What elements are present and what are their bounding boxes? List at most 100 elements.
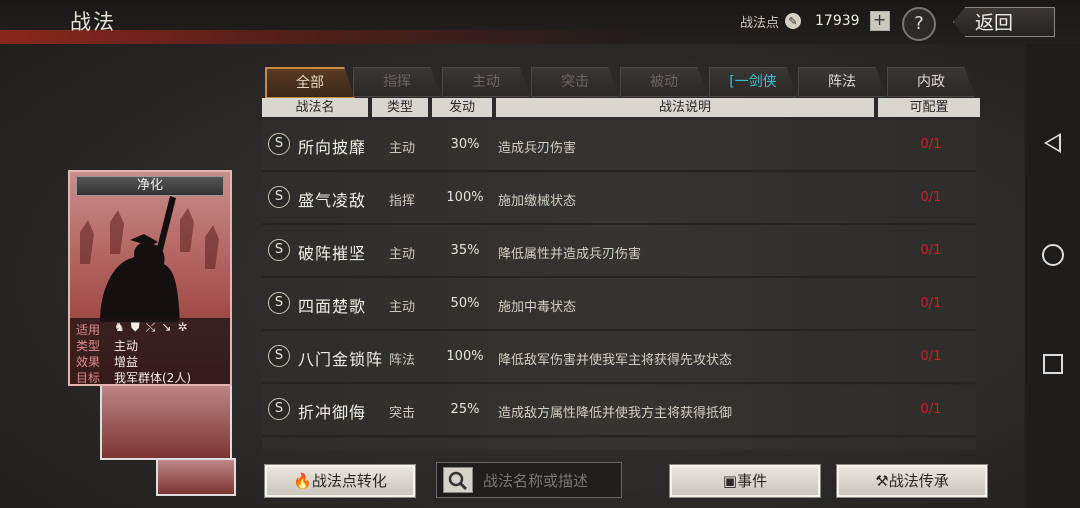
points-value: 17939 [815,13,860,29]
card-applicable-label: 适用 [76,323,101,337]
shield-icon: ⛊ [130,320,146,334]
tactic-rate: 100% [446,349,484,364]
tactic-type: 主动 [388,247,415,262]
convert-points-button[interactable]: 🔥战法点转化 [264,464,416,498]
col-header-trigger[interactable]: 发动 [432,98,492,117]
tactic-type: 主动 [388,141,415,156]
tab-passive[interactable]: 被动 [620,67,708,97]
card-target-label: 目标 [76,371,101,385]
tactic-name: 破阵摧坚 [298,244,367,263]
card-type-value: 主动 [114,339,139,353]
grade-badge: S [268,345,290,367]
inherit-tactic-button[interactable]: ⚒战法传承 [836,464,988,498]
nav-home-icon[interactable] [1042,244,1064,266]
tactic-name: 折冲御侮 [298,403,367,422]
col-header-desc: 战法说明 [496,98,874,117]
tactic-rate: 35% [450,243,480,258]
table-row[interactable]: S 折冲御侮 突击 25% 造成敌方属性降低并使我方主将获得抵御 0/1 [262,385,976,437]
grade-badge: S [268,398,290,420]
tactic-type: 突击 [388,406,415,421]
help-button[interactable]: ? [902,7,936,41]
siege-icon: ✲ [177,320,194,334]
card-type-label: 类型 [76,339,101,353]
card-stack-back [100,380,232,460]
tactic-type: 主动 [388,300,415,315]
tab-command[interactable]: 指挥 [353,67,441,97]
tactic-rate: 25% [450,402,480,417]
points-coin-icon: ✎ [785,13,802,29]
tactic-name: 盛气凌敌 [298,191,367,210]
tab-internal[interactable]: 内政 [887,67,975,97]
tactic-config: 0/1 [920,243,942,258]
table-row[interactable]: S 所向披靡 主动 30% 造成兵刃伤害 0/1 [262,120,976,172]
tactic-rate: 50% [450,296,480,311]
tactic-config: 0/1 [920,190,942,205]
tactic-desc: 施加缴械状态 [498,194,577,209]
card-info: 适用 ♞⛊⤯↘✲ 类型 主动 效果 增益 目标 我军群体(2人) [70,318,230,384]
tactic-points: 战法点 ✎ 17939 + [740,9,890,33]
col-header-config[interactable]: 可配置 [878,98,980,117]
nav-back-icon-inner [1047,136,1059,150]
tab-all[interactable]: 全部 [265,67,355,99]
tactic-name: 八门金锁阵 [298,350,384,369]
nav-recent-icon[interactable] [1043,354,1063,374]
tactic-config: 0/1 [920,402,942,417]
grade-badge: S [268,186,290,208]
tab-assault[interactable]: 突击 [531,67,619,97]
cavalry-icon: ♞ [114,320,131,334]
table-row[interactable]: S 八门金锁阵 阵法 100% 降低敌军伤害并使我军主将获得先攻状态 0/1 [262,332,976,384]
col-header-type[interactable]: 类型 [372,98,428,117]
page-title: 战法 [70,10,116,34]
tab-special[interactable]: [一剑侠 [709,67,797,97]
table-row[interactable] [262,438,976,450]
hammer-icon: ⚒ [875,472,889,490]
grade-badge: S [268,239,290,261]
grade-badge: S [268,133,290,155]
events-label: 事件 [737,472,768,490]
inherit-tactic-label: 战法传承 [888,472,949,490]
tactic-name: 四面楚歌 [298,297,367,316]
grade-badge: S [268,292,290,314]
search-placeholder: 战法名称或描述 [483,472,589,490]
tactic-desc: 降低敌军伤害并使我军主将获得先攻状态 [498,353,733,368]
warrior-illustration [80,196,219,322]
bow-icon: ⤯ [145,320,162,334]
tactic-type: 阵法 [388,353,415,368]
system-nav-bar [1025,44,1080,508]
search-icon[interactable] [443,467,473,493]
add-points-button[interactable]: + [869,11,890,31]
tactic-card[interactable]: 净化 适用 ♞⛊⤯↘✲ 类型 主动 效果 增益 目标 我军群体(2人) [68,170,232,386]
fire-icon: 🔥 [293,472,312,490]
card-applicable-icons: ♞⛊⤯↘✲ [114,320,194,335]
tactic-config: 0/1 [920,137,942,152]
spear-icon: ↘ [161,320,178,334]
tactic-name: 所向披靡 [298,138,367,157]
card-target-value: 我军群体(2人) [114,371,191,385]
tactic-config: 0/1 [920,296,942,311]
events-button[interactable]: ▣事件 [669,464,821,498]
tactic-rate: 30% [450,137,480,152]
tab-formation[interactable]: 阵法 [798,67,886,97]
search-box[interactable]: 战法名称或描述 [436,462,622,498]
tactic-desc: 施加中毒状态 [498,300,577,315]
tactic-config: 0/1 [920,349,942,364]
table-row[interactable]: S 破阵摧坚 主动 35% 降低属性并造成兵刃伤害 0/1 [262,226,976,278]
table-row[interactable]: S 四面楚歌 主动 50% 施加中毒状态 0/1 [262,279,976,331]
tactic-rate: 100% [446,190,484,205]
card-effect-value: 增益 [114,355,139,369]
tactic-desc: 降低属性并造成兵刃伤害 [498,247,642,262]
points-label: 战法点 [740,15,780,31]
convert-points-label: 战法点转化 [311,472,387,490]
back-button[interactable]: 返回 [945,5,1065,37]
tab-active[interactable]: 主动 [442,67,530,97]
tactic-desc: 造成兵刃伤害 [498,141,577,156]
back-label: 返回 [975,12,1014,34]
tactic-desc: 造成敌方属性降低并使我方主将获得抵御 [498,406,733,421]
table-row[interactable]: S 盛气凌敌 指挥 100% 施加缴械状态 0/1 [262,173,976,225]
tactics-list[interactable]: S 所向披靡 主动 30% 造成兵刃伤害 0/1 S 盛气凌敌 指挥 100% … [262,120,982,450]
col-header-name[interactable]: 战法名 [262,98,368,117]
event-book-icon: ▣ [722,472,738,490]
card-effect-label: 效果 [76,355,101,369]
tactic-type: 指挥 [388,194,415,209]
card-stack-back [156,458,236,496]
